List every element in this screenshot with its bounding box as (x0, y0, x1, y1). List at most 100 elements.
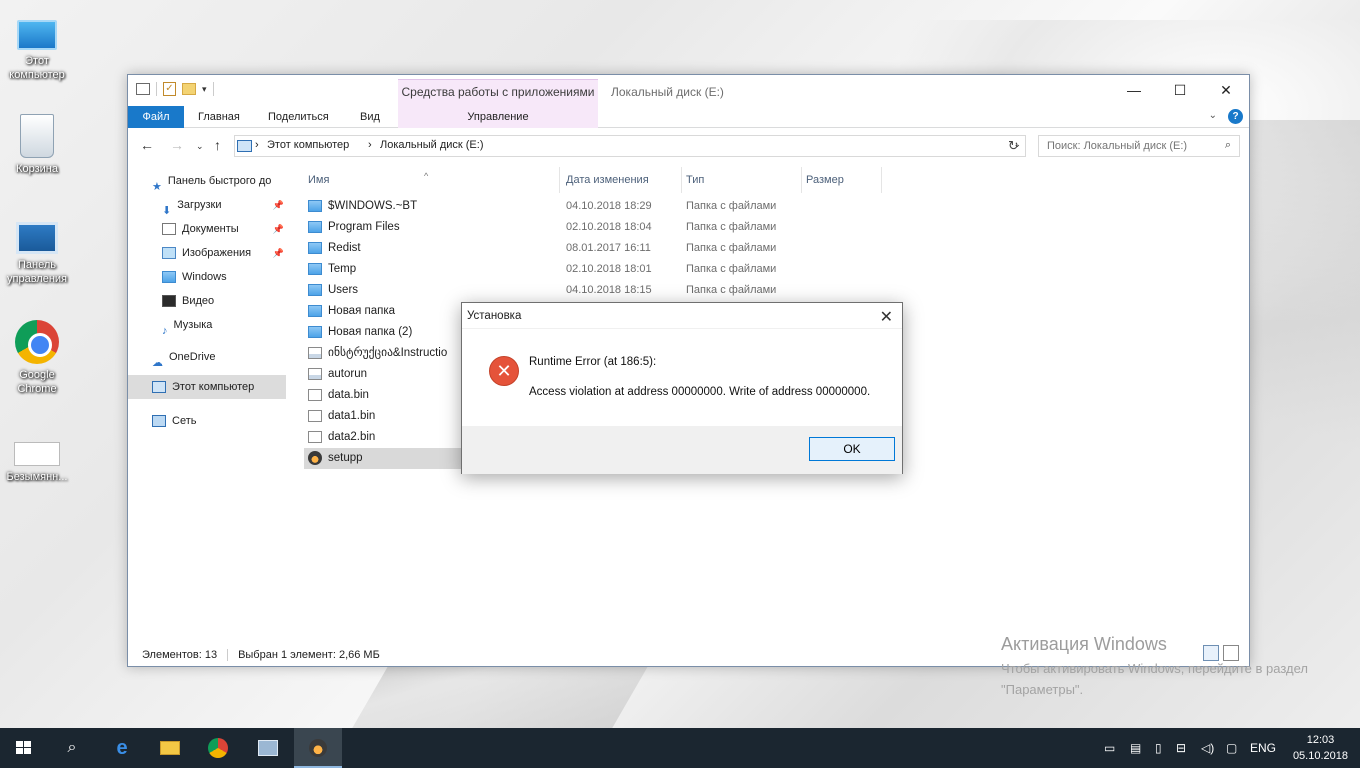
tab-view[interactable]: Вид (346, 106, 394, 128)
message-icon[interactable]: ▢ (1226, 728, 1237, 768)
file-name: Program Files (328, 221, 400, 233)
language-indicator[interactable]: ENG (1250, 728, 1276, 768)
nav-pictures[interactable]: Изображения 📌 (128, 241, 288, 265)
desktop-icon-label: Корзина (16, 163, 58, 175)
clock[interactable]: 12:03 05.10.2018 (1293, 732, 1348, 764)
table-row[interactable]: Redist 08.01.2017 16:11 Папка с файлами (304, 238, 1024, 259)
column-name[interactable]: Имя ^ (304, 167, 560, 193)
tab-file[interactable]: Файл (128, 106, 184, 128)
nav-music[interactable]: ♪ Музыка (128, 313, 288, 337)
start-button[interactable] (0, 728, 48, 768)
window-menu-icon[interactable] (136, 83, 150, 95)
nav-label: Видео (182, 295, 215, 307)
file-date: 04.10.2018 18:15 (566, 284, 652, 296)
desktop-icon-recycle-bin[interactable]: Корзина (0, 114, 74, 176)
file-name: data.bin (328, 389, 369, 401)
search-icon: ⌕ (1224, 139, 1231, 151)
pin-icon[interactable]: 📌 (273, 241, 284, 265)
search-button[interactable]: ⌕ (48, 728, 96, 768)
nav-windows[interactable]: Windows (128, 265, 288, 289)
table-row[interactable]: Temp 02.10.2018 18:01 Папка с файлами (304, 259, 1024, 280)
ok-button[interactable]: OK (809, 437, 895, 461)
folder-icon (308, 326, 322, 338)
desktop-icon-this-pc[interactable]: Этот компьютер (0, 12, 74, 82)
refresh-icon[interactable]: ↻ (1008, 138, 1019, 154)
desktop-icon-label: Безымянн... (6, 471, 68, 483)
address-bar[interactable]: › Этот компьютер › Локальный диск (E:) ⌄ (234, 135, 1026, 157)
file-name: Users (328, 284, 359, 296)
nav-network[interactable]: Сеть (128, 409, 288, 433)
file-icon (308, 431, 322, 443)
keyboard-icon[interactable]: ▭ (1104, 728, 1115, 768)
windows-logo-icon (16, 741, 32, 755)
nav-documents[interactable]: Документы 📌 (128, 217, 288, 241)
forward-button[interactable]: → (170, 137, 184, 153)
usb-icon[interactable]: ▯ (1155, 728, 1162, 768)
table-row-selected[interactable]: setupp (304, 448, 464, 469)
customize-qat-icon[interactable]: ▾ (202, 84, 207, 95)
maximize-button[interactable]: ☐ (1157, 75, 1203, 105)
tab-home[interactable]: Главная (184, 106, 254, 128)
up-button[interactable]: ↑ (214, 137, 221, 153)
close-button[interactable]: ✕ (1203, 75, 1249, 105)
taskview-icon[interactable]: ▤ (1130, 728, 1141, 768)
taskbar-setup[interactable] (294, 728, 342, 768)
error-icon: ✕ (489, 356, 519, 386)
taskbar-explorer[interactable] (146, 728, 194, 768)
nav-onedrive[interactable]: ☁ OneDrive (128, 345, 288, 369)
file-type: Папка с файлами (686, 284, 777, 296)
control-panel-icon (258, 739, 278, 756)
column-size[interactable]: Размер (802, 167, 882, 193)
desktop-icon-untitled[interactable]: Безымянн... (0, 428, 74, 484)
nav-label: Музыка (173, 319, 213, 331)
computer-icon (17, 20, 57, 50)
nav-label: Сеть (172, 415, 197, 427)
network-icon[interactable]: ⊟ (1176, 728, 1186, 768)
search-input[interactable] (1047, 136, 1217, 156)
dialog-close-button[interactable]: ✕ (880, 307, 893, 327)
breadcrumb-this-pc[interactable]: Этот компьютер (267, 139, 349, 151)
volume-icon[interactable]: ◁) (1201, 728, 1214, 768)
tab-manage[interactable]: Управление (398, 106, 598, 128)
taskbar-chrome[interactable] (194, 728, 242, 768)
divider (212, 82, 214, 96)
pictures-icon (162, 247, 176, 260)
table-row[interactable]: Program Files 02.10.2018 18:04 Папка с фай… (304, 217, 1024, 238)
new-folder-icon[interactable] (182, 83, 196, 95)
window-title: Локальный диск (E:) (611, 85, 724, 99)
search-box[interactable]: ⌕ (1038, 135, 1240, 157)
back-button[interactable]: ← (140, 137, 154, 153)
nav-quick-access[interactable]: ★ Панель быстрого до (128, 169, 288, 193)
taskbar-edge[interactable]: e (98, 728, 146, 768)
taskbar-control-panel[interactable] (244, 728, 292, 768)
breadcrumb-drive[interactable]: Локальный диск (E:) (380, 139, 484, 151)
pin-icon[interactable]: 📌 (273, 193, 284, 217)
document-icon (162, 223, 176, 236)
nav-this-pc[interactable]: Этот компьютер (128, 375, 286, 399)
desktop-icon-label: Этот компьютер (9, 55, 65, 81)
folder-icon (308, 200, 322, 212)
status-bar: Элементов: 13 Выбран 1 элемент: 2,66 МБ (142, 649, 380, 662)
nav-label: Панель быстрого до (167, 175, 272, 187)
recycle-bin-icon (20, 114, 54, 158)
table-row[interactable]: Users 04.10.2018 18:15 Папка с файлами (304, 280, 1024, 301)
properties-icon[interactable]: ✓ (163, 82, 176, 96)
table-row[interactable]: $WINDOWS.~BT 04.10.2018 18:29 Папка с файл… (304, 196, 1024, 217)
clock-date: 05.10.2018 (1292, 750, 1348, 762)
expand-ribbon-icon[interactable]: ⌄ (1209, 110, 1217, 121)
recent-locations-icon[interactable]: ⌄ (196, 141, 204, 152)
folder-icon (308, 221, 322, 233)
desktop-icon-chrome[interactable]: Google Chrome (0, 320, 74, 396)
minimize-button[interactable]: — (1111, 75, 1157, 105)
column-type[interactable]: Тип (682, 167, 802, 193)
help-icon[interactable]: ? (1228, 109, 1243, 124)
desktop-icon-control-panel[interactable]: Панель управления (0, 214, 74, 286)
column-date[interactable]: Дата изменения (562, 167, 682, 193)
sort-ascending-icon: ^ (424, 171, 429, 181)
dialog-title-bar: Установка ✕ (462, 303, 902, 329)
computer-icon (237, 140, 252, 152)
nav-downloads[interactable]: ⬇ Загрузки 📌 (128, 193, 288, 217)
tab-share[interactable]: Поделиться (254, 106, 343, 128)
nav-videos[interactable]: Видео (128, 289, 288, 313)
pin-icon[interactable]: 📌 (273, 217, 284, 241)
